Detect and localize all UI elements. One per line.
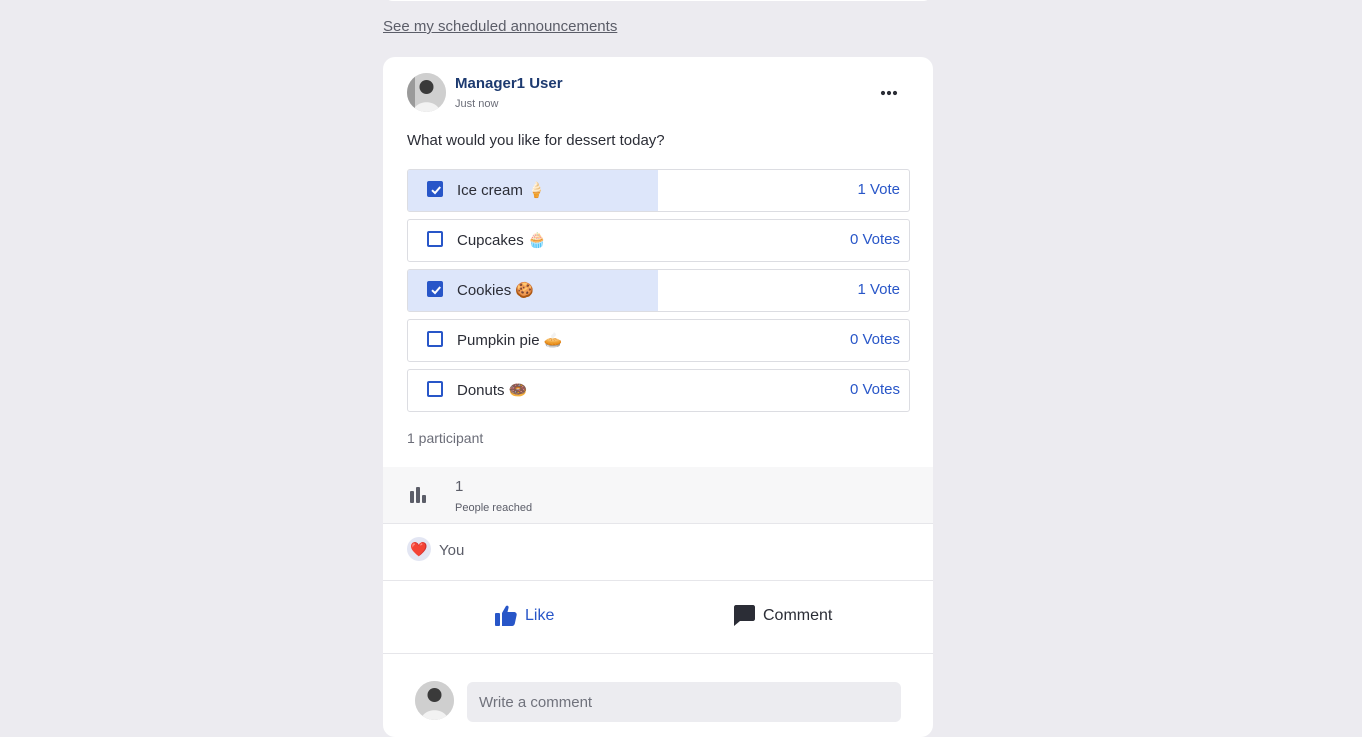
bar-chart-icon: [410, 487, 426, 503]
reach-count: 1: [455, 478, 464, 495]
author-avatar[interactable]: [407, 73, 446, 112]
option-checkbox[interactable]: [427, 281, 443, 297]
reach-label: People reached: [455, 502, 533, 514]
reach-stats[interactable]: 1 People reached: [383, 467, 933, 524]
option-label: Donuts 🍩: [457, 382, 528, 399]
reactions-row[interactable]: ❤️ You: [383, 524, 933, 581]
option-checkbox[interactable]: [427, 331, 443, 347]
comment-input[interactable]: [467, 682, 901, 722]
poll-option[interactable]: Ice cream 🍦 1 Vote: [407, 169, 910, 212]
commenter-avatar: [415, 681, 454, 720]
option-label: Cookies 🍪: [457, 282, 535, 299]
check-icon: [431, 286, 441, 295]
poll-option[interactable]: Cookies 🍪 1 Vote: [407, 269, 910, 312]
option-votes[interactable]: 0 Votes: [850, 381, 900, 398]
option-checkbox[interactable]: [427, 181, 443, 197]
option-votes[interactable]: 1 Vote: [857, 181, 900, 198]
option-checkbox[interactable]: [427, 381, 443, 397]
post-actions: Like Comment: [383, 581, 933, 654]
poll-post-card: Manager1 User Just now What would you li…: [383, 57, 933, 737]
option-checkbox[interactable]: [427, 231, 443, 247]
post-timestamp: Just now: [455, 98, 499, 110]
option-votes[interactable]: 0 Votes: [850, 331, 900, 348]
heart-reaction-icon: ❤️: [407, 537, 431, 561]
participants-count: 1 participant: [407, 430, 484, 446]
like-label: Like: [525, 606, 555, 624]
comment-icon: [734, 605, 755, 626]
comment-button[interactable]: Comment: [734, 605, 832, 626]
scheduled-announcements-link[interactable]: See my scheduled announcements: [383, 18, 617, 35]
poll-option[interactable]: Cupcakes 🧁 0 Votes: [407, 219, 910, 262]
like-button[interactable]: Like: [495, 605, 554, 626]
more-horizontal-icon: [880, 90, 898, 96]
poll-option[interactable]: Pumpkin pie 🥧 0 Votes: [407, 319, 910, 362]
thumbs-up-icon: [495, 605, 517, 626]
reaction-users[interactable]: You: [439, 542, 464, 559]
author-name[interactable]: Manager1 User: [455, 75, 563, 92]
check-icon: [431, 186, 441, 195]
option-votes[interactable]: 0 Votes: [850, 231, 900, 248]
option-votes[interactable]: 1 Vote: [857, 281, 900, 298]
option-label: Cupcakes 🧁: [457, 232, 547, 249]
more-options-button[interactable]: [875, 81, 903, 105]
option-label: Ice cream 🍦: [457, 182, 546, 199]
option-label: Pumpkin pie 🥧: [457, 332, 563, 349]
poll-option[interactable]: Donuts 🍩 0 Votes: [407, 369, 910, 412]
previous-card-edge: [383, 0, 933, 1]
comment-label: Comment: [763, 606, 833, 624]
poll-question: What would you like for dessert today?: [407, 132, 665, 149]
